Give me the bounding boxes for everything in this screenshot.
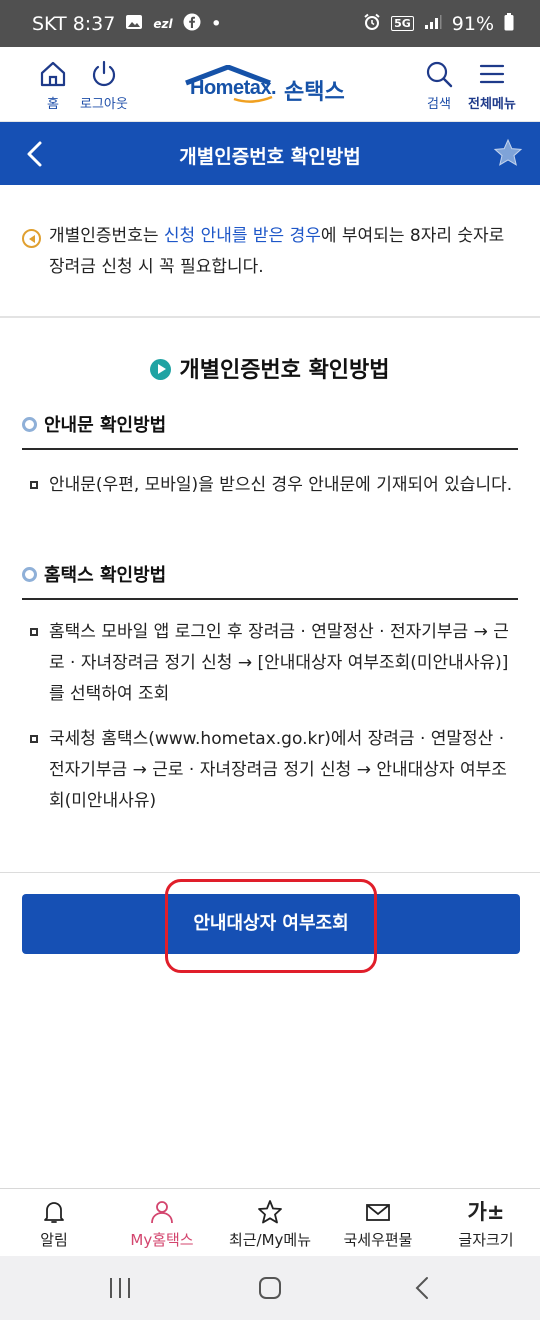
system-nav-bar [0, 1256, 540, 1320]
battery-level: 91% [451, 12, 494, 35]
person-icon [151, 1201, 173, 1224]
facebook-icon [183, 13, 201, 35]
ring-bullet-icon [22, 567, 37, 582]
nav-item-my-hometax[interactable]: My홈택스 [108, 1189, 216, 1256]
network-type: 5G [391, 16, 414, 31]
list-item-text: 안내문(우편, 모바일)을 받으신 경우 안내문에 기재되어 있습니다. [49, 475, 513, 495]
list-item: 홈택스 모바일 앱 로그인 후 장려금 · 연말정산 · 전자기부금 → 근로 … [30, 617, 520, 710]
nav-item-alerts[interactable]: 알림 [0, 1189, 108, 1256]
nav-label: 알림 [40, 1231, 68, 1249]
sub1-title-text: 안내문 확인방법 [44, 415, 167, 436]
play-icon [150, 359, 172, 380]
home-icon [40, 61, 66, 87]
envelope-icon [366, 1204, 390, 1221]
full-menu-button[interactable]: 전체메뉴 [468, 59, 516, 112]
carrier-time: SKT 8:37 [32, 12, 116, 35]
target-inquiry-button[interactable]: 안내대상자 여부조회 [22, 894, 520, 954]
ezl-app-icon: ezl [153, 16, 173, 31]
list-item-text: 홈택스 모바일 앱 로그인 후 장려금 · 연말정산 · 전자기부금 → 근로 … [49, 622, 509, 704]
bottom-nav: 알림 My홈택스 최근/My메뉴 국세우편물 가± 글자크기 [0, 1188, 540, 1256]
nav-item-font-size[interactable]: 가± 글자크기 [432, 1189, 540, 1256]
favorite-star-icon[interactable] [492, 137, 524, 169]
font-size-icon: 가± [467, 1200, 505, 1224]
notice-highlight: 신청 안내를 받은 경우 [163, 226, 321, 246]
sub2-divider [22, 598, 518, 600]
recent-apps-icon[interactable] [105, 1274, 135, 1302]
section-title: 개별인증번호 확인방법 [0, 352, 540, 384]
notice-box: 개별인증번호는 신청 안내를 받은 경우에 부여되는 8자리 숫자로 장려금 신… [0, 185, 540, 318]
star-outline-icon [258, 1200, 282, 1224]
content-divider [0, 872, 540, 873]
sub2-title-text: 홈택스 확인방법 [44, 565, 167, 586]
logout-label: 로그아웃 [80, 97, 128, 112]
search-button[interactable]: 검색 [424, 59, 454, 112]
sub1-list: 안내문(우편, 모바일)을 받으신 경우 안내문에 기재되어 있습니다. [30, 470, 520, 501]
back-nav-icon[interactable] [408, 1274, 438, 1302]
nav-label: My홈택스 [130, 1231, 194, 1249]
title-bar: 개별인증번호 확인방법 [0, 122, 540, 185]
sub-title-notice-method: 안내문 확인방법 [22, 411, 166, 437]
logo-text: Hometax. [190, 77, 277, 99]
status-bar: SKT 8:37 ezl • 5G 91% [0, 0, 540, 47]
status-left: SKT 8:37 ezl • [32, 13, 222, 35]
search-label: 검색 [427, 97, 451, 112]
gallery-icon [125, 14, 143, 34]
list-item: 안내문(우편, 모바일)을 받으신 경우 안내문에 기재되어 있습니다. [30, 470, 520, 501]
notice-text: 개별인증번호는 신청 안내를 받은 경우에 부여되는 8자리 숫자로 장려금 신… [49, 221, 518, 283]
section-title-text: 개별인증번호 확인방법 [179, 358, 390, 383]
app-header: 홈 로그아웃 Hometax. 손택스 검색 전체메뉴 [0, 47, 540, 122]
alarm-icon [363, 13, 381, 35]
menu-label: 전체메뉴 [468, 97, 516, 112]
sub-title-hometax-method: 홈택스 확인방법 [22, 561, 166, 587]
signal-icon [424, 14, 442, 34]
sub2-list: 홈택스 모바일 앱 로그인 후 장려금 · 연말정산 · 전자기부금 → 근로 … [30, 617, 520, 817]
search-icon [426, 61, 453, 88]
home-button[interactable]: 홈 [38, 59, 68, 112]
nav-label: 글자크기 [458, 1231, 514, 1249]
square-bullet-icon [30, 628, 38, 636]
page-title: 개별인증번호 확인방법 [179, 146, 361, 168]
nav-label: 국세우편물 [343, 1231, 413, 1249]
nav-label: 최근/My메뉴 [228, 1231, 312, 1249]
square-bullet-icon [30, 735, 38, 743]
list-item: 국세청 홈택스(www.hometax.go.kr)에서 장려금 · 연말정산 … [30, 724, 520, 817]
hamburger-menu-icon [479, 64, 505, 84]
home-label: 홈 [47, 97, 59, 112]
logo-korean: 손택스 [284, 80, 345, 105]
speaker-icon [22, 229, 41, 248]
nav-item-tax-mail[interactable]: 국세우편물 [324, 1189, 432, 1256]
notice-text-1: 개별인증번호는 [49, 226, 164, 246]
square-bullet-icon [30, 481, 38, 489]
notification-dot: • [210, 12, 222, 35]
bell-icon [44, 1202, 64, 1223]
logout-button[interactable]: 로그아웃 [80, 59, 128, 112]
sub1-divider [22, 448, 518, 450]
list-item-text: 국세청 홈택스(www.hometax.go.kr)에서 장려금 · 연말정산 … [49, 729, 507, 811]
status-right: 5G 91% [363, 12, 514, 35]
hometax-logo[interactable]: Hometax. 손택스 [182, 65, 362, 105]
power-icon [92, 60, 115, 87]
battery-icon [504, 12, 514, 35]
ring-bullet-icon [22, 417, 37, 432]
nav-item-recent-my-menu[interactable]: 최근/My메뉴 [216, 1189, 324, 1256]
home-circle-icon[interactable] [255, 1274, 285, 1302]
